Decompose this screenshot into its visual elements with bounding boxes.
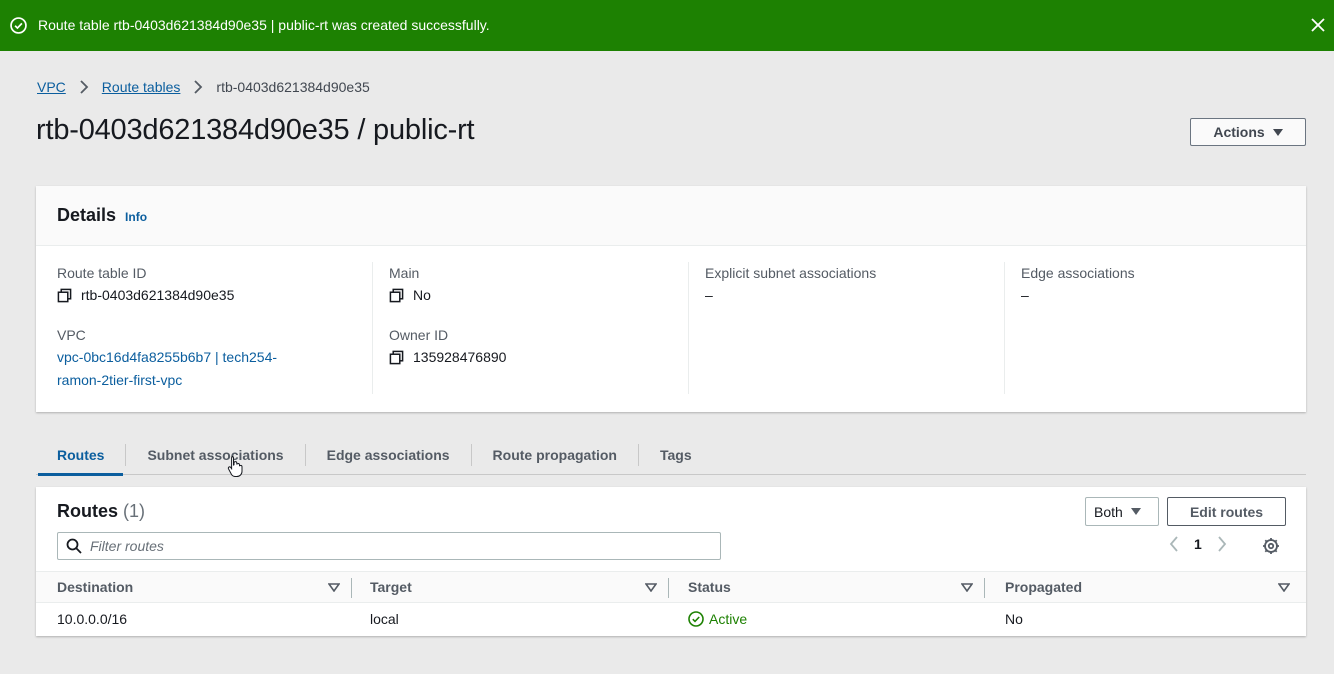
chevron-right-icon[interactable] <box>1216 535 1228 553</box>
edit-routes-button[interactable]: Edit routes <box>1167 497 1286 526</box>
cell-status: Active <box>688 603 747 635</box>
success-flash-banner: Route table rtb-0403d621384d90e35 | publ… <box>0 0 1334 51</box>
column-header-target[interactable]: Target <box>370 572 669 602</box>
details-column-1: Route table ID rtb-0403d621384d90e35 VPC… <box>57 262 355 394</box>
check-circle-icon <box>688 611 704 627</box>
page-title: rtb-0403d621384d90e35 / public-rt <box>36 114 475 146</box>
cell-propagated: No <box>1005 611 1023 627</box>
edge-associations-value: – <box>1021 287 1029 303</box>
copy-icon[interactable] <box>389 288 404 303</box>
breadcrumb-current: rtb-0403d621384d90e35 <box>216 79 370 95</box>
column-header-destination[interactable]: Destination <box>57 572 352 602</box>
routes-count: (1) <box>123 501 146 521</box>
details-header: Details Info <box>36 186 1306 246</box>
column-destination-label: Destination <box>57 579 134 595</box>
breadcrumb-route-tables-link[interactable]: Route tables <box>102 79 181 95</box>
routes-title: Routes (1) <box>57 501 145 522</box>
column-target-label: Target <box>370 579 412 595</box>
routes-table-header: Destination Target Status Propagated <box>36 571 1306 603</box>
column-divider <box>351 578 352 598</box>
route-table-id-label: Route table ID <box>57 265 147 281</box>
page-number[interactable]: 1 <box>1194 536 1202 552</box>
vpc-link[interactable]: vpc-0bc16d4fa8255b6b7 | tech254- ramon-2… <box>57 346 277 392</box>
details-column-4: Edge associations – <box>1004 262 1304 394</box>
owner-id-value: 135928476890 <box>389 346 506 368</box>
tab-edge-associations[interactable]: Edge associations <box>306 436 471 475</box>
vpc-link-line2: ramon-2tier-first-vpc <box>57 372 183 388</box>
chevron-right-icon <box>80 80 89 94</box>
vpc-label: VPC <box>57 327 86 343</box>
owner-id-text: 135928476890 <box>413 349 507 365</box>
cell-target: local <box>370 611 399 627</box>
explicit-subnet-associations-value: – <box>705 287 713 303</box>
tab-bar: Routes Subnet associations Edge associat… <box>36 436 1306 476</box>
main-value: No <box>389 284 506 306</box>
tab-subnet-associations[interactable]: Subnet associations <box>126 436 304 475</box>
column-status-label: Status <box>688 579 731 595</box>
tab-routes[interactable]: Routes <box>36 436 125 476</box>
sort-icon[interactable] <box>328 583 340 592</box>
vpc-link-line1: vpc-0bc16d4fa8255b6b7 | tech254- <box>57 349 278 365</box>
copy-icon[interactable] <box>389 350 404 365</box>
caret-down-icon <box>1130 508 1141 515</box>
details-title: Details <box>57 205 117 225</box>
explicit-subnet-associations-label: Explicit subnet associations <box>705 265 877 281</box>
column-divider <box>984 578 985 598</box>
route-table-id-text: rtb-0403d621384d90e35 <box>81 287 235 303</box>
main-value-text: No <box>413 287 431 303</box>
cell-destination: 10.0.0.0/16 <box>57 611 128 627</box>
tab-route-propagation[interactable]: Route propagation <box>472 436 638 475</box>
breadcrumb: VPC Route tables rtb-0403d621384d90e35 <box>37 79 370 95</box>
details-column-2: Main No Owner ID 135928476890 <box>372 262 672 394</box>
copy-icon[interactable] <box>57 288 72 303</box>
chevron-left-icon[interactable] <box>1168 535 1180 553</box>
details-column-3: Explicit subnet associations – <box>688 262 988 394</box>
table-row: 10.0.0.0/16 local Active No <box>36 603 1306 635</box>
tab-tags[interactable]: Tags <box>639 436 713 475</box>
flash-message: Route table rtb-0403d621384d90e35 | publ… <box>38 17 490 33</box>
pagination: 1 <box>1168 535 1228 553</box>
close-icon[interactable] <box>1308 15 1328 35</box>
filter-routes-input[interactable] <box>90 538 690 554</box>
owner-id-label: Owner ID <box>389 327 449 343</box>
sort-icon[interactable] <box>1278 583 1290 592</box>
search-icon <box>66 538 82 554</box>
column-divider <box>668 578 669 598</box>
routes-panel: Routes (1) Both Edit routes 1 Destinatio… <box>36 487 1306 636</box>
column-propagated-label: Propagated <box>1005 579 1083 595</box>
edge-associations-label: Edge associations <box>1021 265 1135 281</box>
routes-title-text: Routes <box>57 501 119 521</box>
actions-label: Actions <box>1213 124 1265 140</box>
check-circle-icon <box>10 17 27 34</box>
route-filter-selected: Both <box>1094 503 1123 520</box>
caret-down-icon <box>1272 128 1283 136</box>
main-label: Main <box>389 265 420 281</box>
filter-routes-field[interactable] <box>57 532 721 560</box>
actions-button[interactable]: Actions <box>1190 118 1306 146</box>
info-link[interactable]: Info <box>125 210 147 224</box>
column-header-status[interactable]: Status <box>688 572 985 602</box>
gear-icon[interactable] <box>1262 537 1280 555</box>
status-text: Active <box>709 611 748 627</box>
sort-icon[interactable] <box>961 583 973 592</box>
chevron-right-icon <box>194 80 203 94</box>
route-table-id-value: rtb-0403d621384d90e35 <box>57 284 277 306</box>
details-panel: Details Info Route table ID rtb-0403d621… <box>36 186 1306 412</box>
route-filter-select[interactable]: Both <box>1085 497 1159 526</box>
sort-icon[interactable] <box>645 583 657 592</box>
column-header-propagated[interactable]: Propagated <box>1005 572 1290 602</box>
breadcrumb-vpc-link[interactable]: VPC <box>37 79 66 95</box>
